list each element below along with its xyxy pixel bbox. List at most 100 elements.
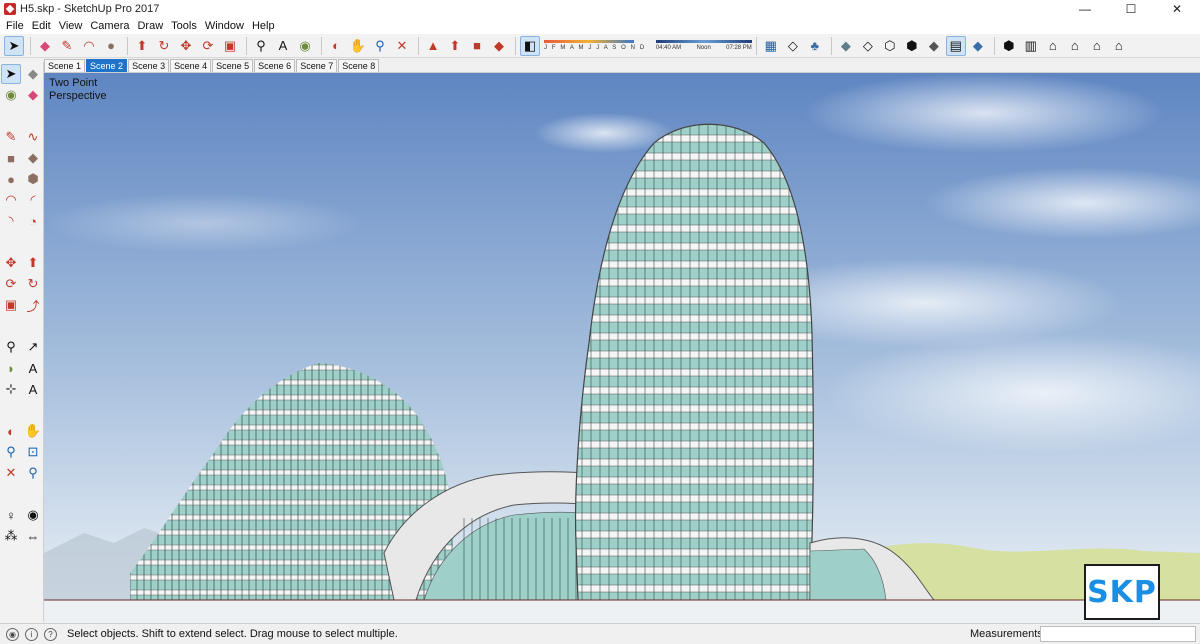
- paint-bucket-tool[interactable]: ◉: [1, 85, 21, 105]
- select-tool-button[interactable]: ➤: [4, 35, 24, 56]
- view-back-button[interactable]: ⌂: [1087, 36, 1107, 56]
- move-tool-button[interactable]: ✥: [176, 36, 196, 56]
- push-pull-button[interactable]: ⬆: [132, 36, 152, 56]
- extension-warehouse-button[interactable]: ■: [467, 36, 487, 56]
- warehouse-button[interactable]: ▲: [423, 36, 443, 56]
- scale-tool[interactable]: ▣: [1, 295, 21, 315]
- style-hidden-line-button[interactable]: ⬡: [880, 36, 900, 56]
- three-point-arc-tool[interactable]: ◝: [1, 211, 21, 231]
- freehand-tool[interactable]: ∿: [23, 127, 43, 147]
- previous-view-tool[interactable]: ⚲: [23, 463, 43, 483]
- zoom-button[interactable]: ⚲: [370, 36, 390, 56]
- scene-tab-4[interactable]: Scene 4: [170, 59, 212, 72]
- close-button[interactable]: ✕: [1154, 0, 1200, 18]
- arc-tool[interactable]: ◠: [1, 190, 21, 210]
- menu-draw[interactable]: Draw: [133, 20, 167, 32]
- axes-tool[interactable]: ⊹: [1, 379, 21, 399]
- shadow-date-slider[interactable]: J F M A M J J A S O N D: [544, 37, 646, 55]
- look-around-tool[interactable]: ◉: [23, 505, 43, 525]
- paint-bucket-button[interactable]: ◉: [295, 36, 315, 56]
- rectangle-tool[interactable]: ■: [1, 148, 21, 168]
- view-right-button[interactable]: ⌂: [1065, 36, 1085, 56]
- scene-tab-5[interactable]: Scene 5: [212, 59, 254, 72]
- scene-tab-1[interactable]: Scene 1: [44, 59, 86, 72]
- view-iso-button[interactable]: ⬢: [999, 36, 1019, 56]
- menu-help[interactable]: Help: [248, 20, 279, 32]
- sketchup-app-icon[interactable]: [4, 3, 16, 15]
- orbit-tool[interactable]: ◐: [1, 421, 21, 441]
- 3d-text-tool[interactable]: A: [23, 379, 43, 399]
- style-xray-button[interactable]: ◆: [836, 36, 856, 56]
- protractor-tool[interactable]: ◗: [1, 358, 21, 378]
- text-tool-button[interactable]: A: [273, 36, 293, 56]
- menu-window[interactable]: Window: [201, 20, 248, 32]
- rotate-tool-button[interactable]: ⟳: [198, 36, 218, 56]
- make-component-tool[interactable]: ◆: [23, 64, 43, 84]
- zoom-extents-tool[interactable]: ✕: [1, 463, 21, 483]
- text-tool[interactable]: A: [23, 358, 43, 378]
- style-shaded-textures-button[interactable]: ◆: [968, 36, 988, 56]
- zoom-extents-button[interactable]: ✕: [392, 36, 412, 56]
- scale-tool-button[interactable]: ▣: [220, 36, 240, 56]
- view-left-button[interactable]: ⌂: [1109, 36, 1129, 56]
- tape-measure-tool[interactable]: ⚲: [1, 337, 21, 357]
- pie-tool[interactable]: ◔: [23, 211, 43, 231]
- menu-edit[interactable]: Edit: [28, 20, 55, 32]
- back-edges-button[interactable]: ◇: [783, 36, 803, 56]
- help-icon[interactable]: ?: [44, 627, 57, 641]
- xray-button[interactable]: ▦: [761, 36, 781, 56]
- style-monochrome-button[interactable]: ▤: [945, 35, 966, 56]
- offset-tool[interactable]: ⤴: [23, 295, 43, 315]
- menu-camera[interactable]: Camera: [86, 20, 133, 32]
- follow-me-tool[interactable]: ↻: [23, 274, 43, 294]
- menu-file[interactable]: File: [2, 20, 28, 32]
- two-point-arc-tool[interactable]: ◜: [23, 190, 43, 210]
- section-plane-tool[interactable]: ⇔: [23, 526, 43, 546]
- walk-tool[interactable]: ⁂: [1, 526, 21, 546]
- pan-button[interactable]: ✋: [348, 36, 368, 56]
- minimize-button[interactable]: —: [1062, 0, 1108, 18]
- eraser-tool-button[interactable]: ◆: [35, 36, 55, 56]
- menu-tools[interactable]: Tools: [167, 20, 201, 32]
- move-tool[interactable]: ✥: [1, 253, 21, 273]
- ruby-button[interactable]: ◆: [489, 36, 509, 56]
- dimension-tool[interactable]: ↗: [23, 337, 43, 357]
- shadow-time-slider[interactable]: 04:40 AM Noon 07:28 PM: [655, 40, 752, 51]
- maximize-button[interactable]: ☐: [1108, 0, 1154, 18]
- shape-tool-button[interactable]: ●: [101, 36, 121, 56]
- line-tool-button[interactable]: ✎: [57, 36, 77, 56]
- push-pull-tool[interactable]: ⬆: [23, 253, 43, 273]
- orbit-button[interactable]: ◐: [326, 36, 346, 56]
- scene-tab-3[interactable]: Scene 3: [128, 59, 170, 72]
- position-camera-tool[interactable]: ♀: [1, 505, 21, 525]
- credits-icon[interactable]: i: [25, 627, 38, 641]
- view-top-button[interactable]: ▥: [1021, 36, 1041, 56]
- style-shaded-button[interactable]: ⬢: [902, 36, 922, 56]
- tape-measure-button[interactable]: ⚲: [251, 36, 271, 56]
- rotate-tool[interactable]: ⟳: [1, 274, 21, 294]
- line-tool[interactable]: ✎: [1, 127, 21, 147]
- view-front-button[interactable]: ⌂: [1043, 36, 1063, 56]
- rotated-rectangle-tool[interactable]: ◆: [23, 148, 43, 168]
- eraser-tool[interactable]: ◆: [23, 85, 43, 105]
- menu-view[interactable]: View: [55, 20, 87, 32]
- select-tool[interactable]: ➤: [1, 64, 21, 84]
- zoom-tool[interactable]: ⚲: [1, 442, 21, 462]
- scene-tab-2[interactable]: Scene 2: [86, 59, 128, 72]
- arc-tool-button[interactable]: ◠: [79, 36, 99, 56]
- measurements-input[interactable]: [1040, 626, 1196, 642]
- shadows-toggle-button[interactable]: ◧: [520, 35, 540, 56]
- pan-tool[interactable]: ✋: [23, 421, 43, 441]
- polygon-tool[interactable]: ⬢: [23, 169, 43, 189]
- circle-tool[interactable]: ●: [1, 169, 21, 189]
- model-viewport[interactable]: Two Point Perspective SKP: [44, 72, 1200, 623]
- scene-tab-6[interactable]: Scene 6: [254, 59, 296, 72]
- geo-location-icon[interactable]: ◉: [6, 627, 19, 641]
- share-model-button[interactable]: ⬆: [445, 36, 465, 56]
- scene-tab-7[interactable]: Scene 7: [296, 59, 338, 72]
- component-button[interactable]: ♣: [805, 36, 825, 56]
- style-wireframe-button[interactable]: ◇: [858, 36, 878, 56]
- follow-me-button[interactable]: ↻: [154, 36, 174, 56]
- style-textured-button[interactable]: ◆: [924, 36, 944, 56]
- scene-tab-8[interactable]: Scene 8: [338, 59, 380, 72]
